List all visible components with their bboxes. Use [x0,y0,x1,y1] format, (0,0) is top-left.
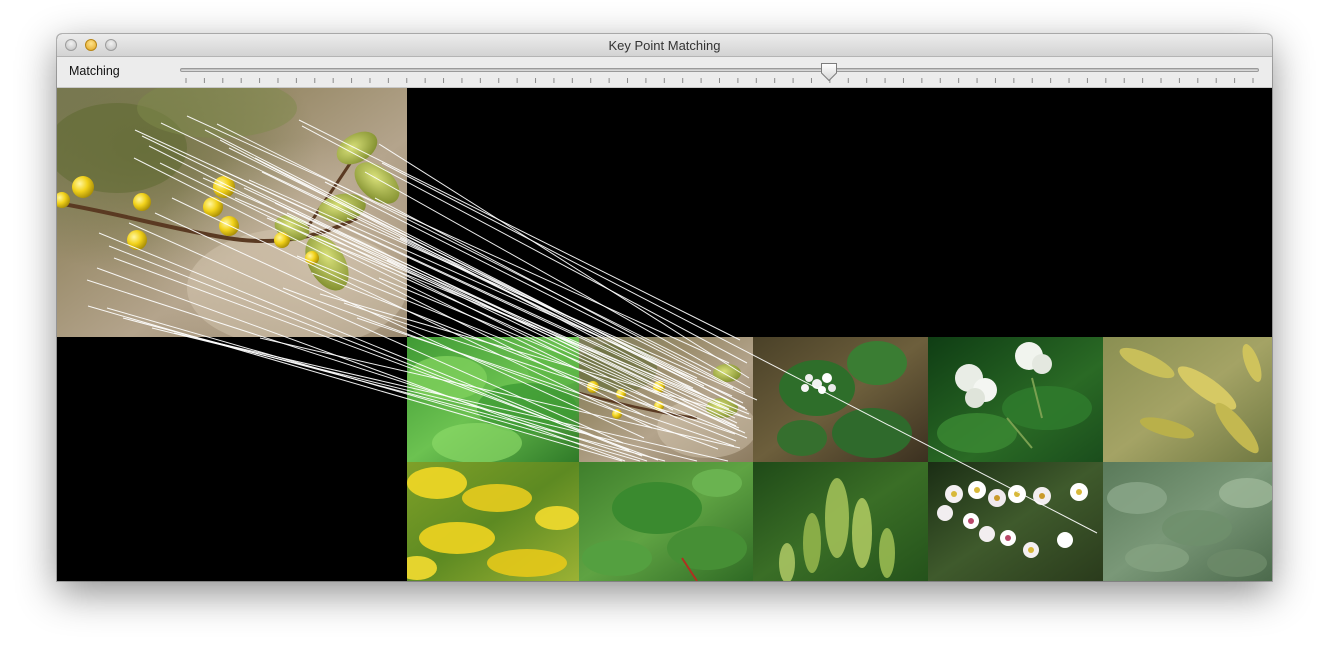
app-window: Key Point Matching Matching [57,34,1272,581]
match-thumb-white-flower-cluster [753,337,928,462]
toolbar: Matching [57,57,1272,88]
matching-canvas [57,88,1272,581]
match-thumb-yellow-seed-spikes [1103,337,1272,462]
slider-tick-marks [185,78,1254,83]
title-bar[interactable]: Key Point Matching [57,34,1272,57]
match-thumb-green-spiky-seeds [753,462,928,581]
match-thumb-yellow-berries [579,337,753,462]
match-thumb-goldenrod [407,462,579,581]
matching-slider-thumb[interactable] [820,62,838,82]
window-title: Key Point Matching [608,38,721,53]
matching-svg [57,88,1272,581]
match-thumb-white-flower-umbels [928,337,1103,462]
match-thumb-white-daisies [928,462,1103,581]
match-thumb-blue-green-palmate [1103,462,1272,581]
match-thumb-green-lobed-leaves [579,462,753,581]
